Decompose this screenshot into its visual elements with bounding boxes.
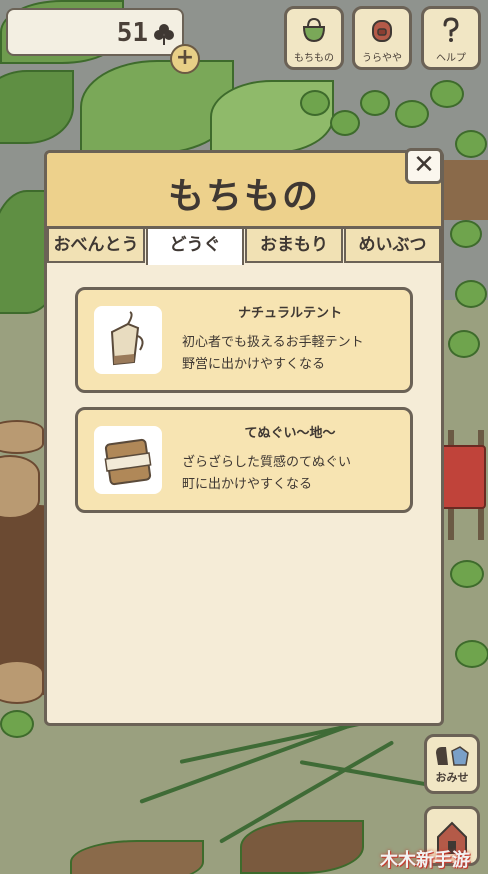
help-button[interactable]: ヘルプ	[421, 6, 481, 70]
ivy-leaf	[450, 560, 484, 588]
mailbox	[440, 445, 486, 509]
watermark: 木木新手游	[380, 850, 470, 871]
ivy-leaf	[360, 90, 390, 116]
item-name: ナチュラルテント	[237, 306, 342, 321]
add-clover-button[interactable]: +	[170, 44, 200, 74]
help-label: ヘルプ	[436, 53, 466, 64]
log-stump	[0, 455, 40, 519]
log-stump	[0, 420, 44, 454]
item-description: 初心者でも扱えるお手軽テント 野営に出かけやすくなる	[182, 335, 364, 372]
tab-souvenirs[interactable]: めいぶつ	[344, 229, 441, 263]
backpack-label: うらやや	[362, 53, 402, 64]
shop-label: おみせ	[435, 771, 469, 784]
dialog-title: もちもの	[167, 176, 320, 217]
clover-count: 51	[116, 18, 148, 48]
question-icon	[443, 17, 459, 42]
item-thumbnail	[94, 306, 162, 374]
log-stump	[0, 660, 44, 704]
inventory-label: もちもの	[294, 53, 334, 64]
backpack-button[interactable]: うらやや	[352, 6, 412, 70]
bag-icon	[302, 17, 326, 43]
ivy-leaf	[455, 280, 487, 308]
item-name: てぬぐい〜地〜	[244, 426, 336, 441]
item-description: ざらざらした質感のてぬぐい 町に出かけやすくなる	[182, 455, 352, 492]
item-card[interactable]: ナチュラルテント 初心者でも扱えるお手軽テント 野営に出かけやすくなる	[75, 287, 413, 393]
ivy-leaf	[448, 330, 480, 358]
inventory-dialog: もちもの おべんとう どうぐ おまもり めいぶつ ナチュラルテント 初心者でも扱…	[44, 150, 444, 726]
tent-bag-icon	[110, 311, 144, 366]
close-button[interactable]: ✕	[405, 148, 443, 184]
tab-bar: おべんとう どうぐ おまもり めいぶつ	[47, 229, 441, 265]
ivy-leaf	[0, 710, 34, 738]
ivy-leaf	[455, 640, 488, 668]
dialog-header: もちもの	[47, 153, 441, 229]
ivy-leaf	[395, 100, 429, 128]
tab-tools[interactable]: どうぐ	[146, 229, 244, 265]
ivy-leaf	[330, 110, 360, 136]
fence	[444, 160, 488, 220]
tab-bento[interactable]: おべんとう	[47, 229, 145, 263]
tab-charms[interactable]: おまもり	[245, 229, 343, 263]
shop-icon	[436, 746, 469, 766]
towel-icon	[104, 438, 152, 486]
item-card[interactable]: てぬぐい〜地〜 ざらざらした質感のてぬぐい 町に出かけやすくなる	[75, 407, 413, 513]
shop-button[interactable]: おみせ	[424, 734, 480, 794]
item-thumbnail	[94, 426, 162, 494]
inventory-button[interactable]: もちもの	[284, 6, 344, 70]
backpack-icon	[372, 20, 392, 42]
leaf-decoration	[240, 820, 364, 874]
clover-icon	[154, 24, 174, 45]
leaf-decoration	[70, 840, 204, 874]
ivy-leaf	[450, 220, 482, 248]
ivy-leaf	[300, 90, 330, 116]
ivy-leaf	[455, 130, 487, 158]
ivy-leaf	[430, 80, 464, 108]
clover-counter: 51	[6, 8, 184, 56]
